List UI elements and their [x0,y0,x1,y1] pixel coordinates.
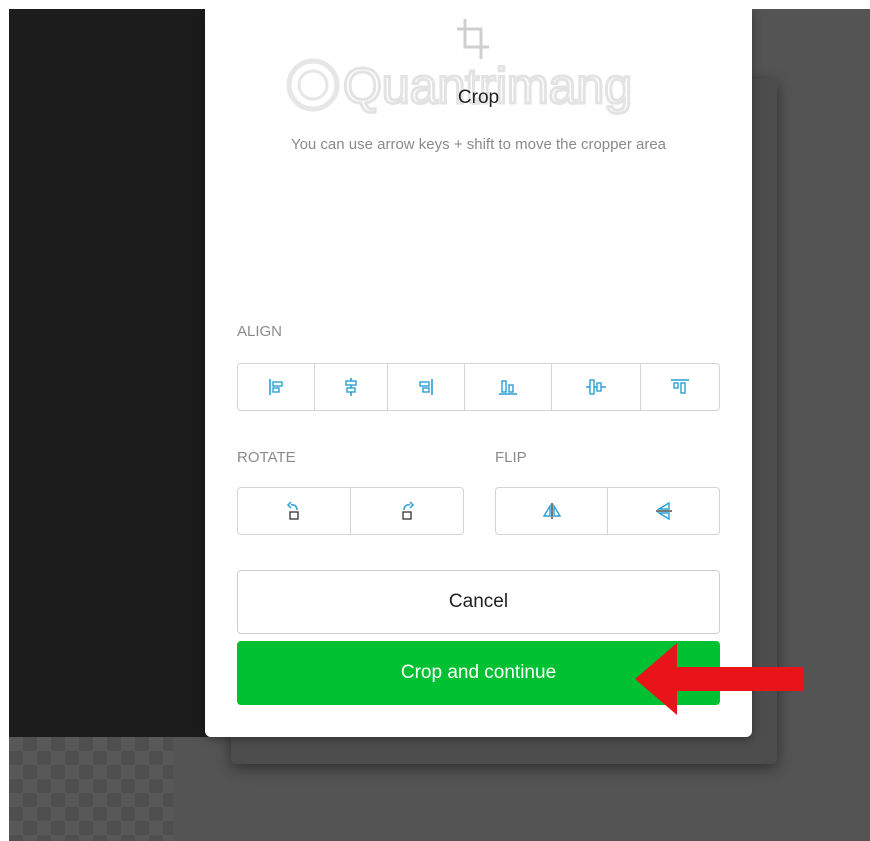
align-left-button[interactable] [238,364,315,410]
align-right-button[interactable] [388,364,465,410]
align-bottom-button[interactable] [465,364,552,410]
align-center-vertical-button[interactable] [552,364,641,410]
crop-modal: Quantrimang Crop You can use arrow keys … [205,9,752,737]
align-center-vertical-icon [586,379,606,395]
align-label: ALIGN [237,323,283,340]
flip-label: FLIP [495,449,527,466]
flip-button-group [495,487,720,535]
flip-vertical-icon [655,501,672,521]
rotate-label: ROTATE [237,449,296,466]
align-top-button[interactable] [641,364,719,410]
align-center-horizontal-icon [345,378,357,396]
align-button-group [237,363,720,411]
rotate-right-button[interactable] [351,488,463,534]
align-right-icon [419,379,433,395]
rotate-left-button[interactable] [238,488,351,534]
flip-horizontal-button[interactable] [496,488,608,534]
flip-vertical-button[interactable] [608,488,719,534]
cancel-button[interactable]: Cancel [237,570,720,634]
rotate-left-icon [286,501,299,520]
transparency-checkerboard [9,737,173,841]
rotate-button-group [237,487,464,535]
align-center-horizontal-button[interactable] [315,364,388,410]
align-bottom-icon [499,380,517,395]
modal-hint: You can use arrow keys + shift to move t… [290,136,667,153]
flip-horizontal-icon [542,503,561,519]
crop-icon [457,19,489,59]
modal-title: Crop [457,87,500,108]
canvas-dark-area [9,9,213,737]
editor-window: Quantrimang Crop You can use arrow keys … [9,9,870,841]
red-arrow-annotation [635,643,803,715]
align-top-icon [671,379,689,394]
align-left-icon [269,379,283,395]
rotate-right-icon [402,501,415,520]
